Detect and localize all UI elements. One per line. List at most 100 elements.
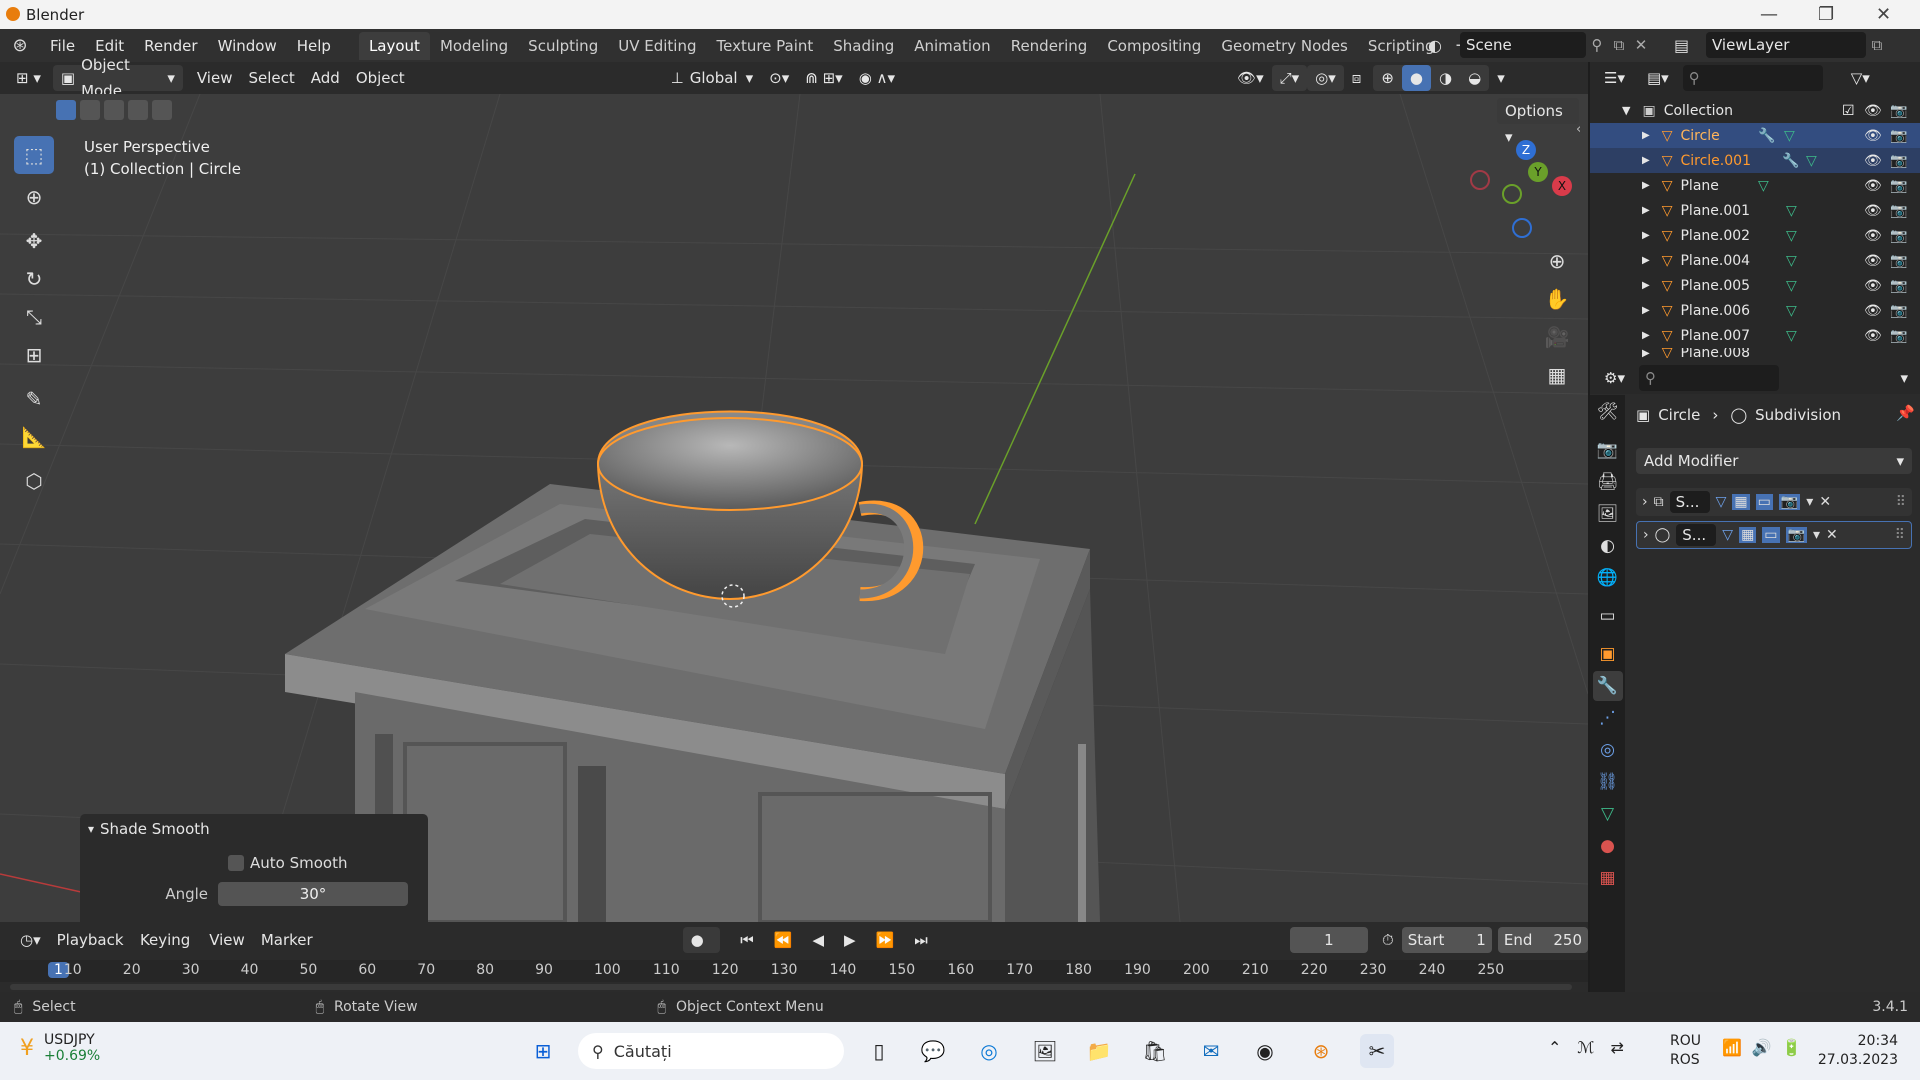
particles-tab-icon[interactable]: ⋰ <box>1593 703 1623 733</box>
render-camera-icon[interactable]: 📷 <box>1890 178 1907 194</box>
material-shading-icon[interactable]: ◑ <box>1431 65 1460 91</box>
outliner-item[interactable]: ▶ ▽ Plane.006 ▽ 👁 📷 <box>1590 298 1920 323</box>
render-toggle-icon[interactable]: 📷 <box>1785 527 1807 543</box>
menu-window[interactable]: Window <box>208 32 287 60</box>
task-view-icon[interactable]: ▯ <box>862 1034 896 1068</box>
modifier-name-field[interactable]: S... <box>1676 524 1717 546</box>
select-box-tool-icon[interactable]: ⬚ <box>14 136 54 174</box>
prev-keyframe-icon[interactable]: ⏪ <box>766 927 801 953</box>
visibility-eye-icon[interactable]: 👁 <box>1864 153 1882 169</box>
zoom-icon[interactable]: ⊕ <box>1540 244 1574 278</box>
solid-shading-icon[interactable]: ● <box>1401 65 1432 91</box>
material-tab-icon[interactable]: ● <box>1593 831 1623 861</box>
outliner-collection-row[interactable]: ▼ ▣ Collection ☑ 👁 📷 <box>1590 98 1920 123</box>
object-tab-icon[interactable]: ▣ <box>1593 639 1623 669</box>
auto-smooth-checkbox[interactable] <box>228 855 244 871</box>
pan-hand-icon[interactable]: ✋ <box>1540 282 1574 316</box>
operator-panel-header[interactable]: ▾ Shade Smooth <box>80 814 428 844</box>
viewlayer-field[interactable]: ViewLayer <box>1706 32 1866 58</box>
render-toggle-icon[interactable]: 📷 <box>1778 494 1801 510</box>
viewport-menu-select[interactable]: Select <box>240 65 302 91</box>
edge-browser-icon[interactable]: ◎ <box>972 1034 1006 1068</box>
options-dropdown[interactable]: Options ▾ <box>1497 98 1579 146</box>
timeline-menu-playback[interactable]: Playback ▾ <box>49 927 132 975</box>
outliner-item[interactable]: ▶ ▽ Circle.001 🔧 ▽ 👁 📷 <box>1590 148 1920 173</box>
drag-handle-icon[interactable]: ⠿ <box>1895 527 1905 543</box>
shading-options-icon[interactable]: ▾ <box>1489 65 1513 91</box>
tab-uv-editing[interactable]: UV Editing <box>608 32 706 60</box>
add-modifier-dropdown[interactable]: Add Modifier ▾ <box>1636 448 1912 474</box>
select-intersect-icon[interactable] <box>152 100 172 120</box>
outliner-item[interactable]: ▶ ▽ Plane.004 ▽ 👁 📷 <box>1590 248 1920 273</box>
viewport-toggle-icon[interactable]: ▭ <box>1762 527 1780 543</box>
select-invert-icon[interactable] <box>128 100 148 120</box>
visibility-eye-icon[interactable]: 👁 <box>1864 303 1882 319</box>
view-layer-tab-icon[interactable]: 🖼 <box>1593 499 1623 529</box>
play-icon[interactable]: ▶ <box>836 927 864 953</box>
outliner-item[interactable]: ▶ ▽ Plane.002 ▽ 👁 📷 <box>1590 223 1920 248</box>
outliner-search-input[interactable]: ⚲ <box>1682 65 1823 91</box>
visibility-eye-icon[interactable]: 👁 <box>1864 203 1882 219</box>
start-button-icon[interactable]: ⊞ <box>526 1034 560 1068</box>
tab-shading[interactable]: Shading <box>823 32 904 60</box>
chevron-right-icon[interactable]: › <box>1643 527 1649 543</box>
transform-tool-icon[interactable]: ⊞ <box>14 336 54 374</box>
modifier-name-field[interactable]: S... <box>1669 491 1710 513</box>
cage-toggle-icon[interactable]: ▦ <box>1732 494 1750 510</box>
annotate-tool-icon[interactable]: ✎ <box>14 380 54 418</box>
drag-handle-icon[interactable]: ⠿ <box>1896 494 1906 510</box>
chevron-down-icon[interactable]: ▾ <box>1813 527 1820 543</box>
jump-end-icon[interactable]: ⏭ <box>906 927 936 953</box>
sidebar-toggle-icon[interactable]: ‹ <box>1576 122 1581 137</box>
move-tool-icon[interactable]: ✥ <box>14 222 54 260</box>
viewport-menu-view[interactable]: View <box>189 65 241 91</box>
viewlayer-icon[interactable]: ▤ <box>1674 36 1706 55</box>
texture-tab-icon[interactable]: ▦ <box>1593 863 1623 893</box>
properties-editor-type-icon[interactable]: ⚙▾ <box>1596 365 1633 391</box>
gizmo-neg-x-axis[interactable] <box>1470 170 1490 190</box>
data-tab-icon[interactable]: ▽ <box>1593 799 1623 829</box>
3d-viewport[interactable]: ⬚ ⊕ ✥ ↻ ⤡ ⊞ ✎ 📐 ⬡ User Perspective (1) C… <box>0 94 1588 922</box>
render-camera-icon[interactable]: 📷 <box>1890 303 1907 319</box>
snap-icon[interactable]: ⋒ ⊞▾ <box>797 65 850 91</box>
cage-toggle-icon[interactable]: ▦ <box>1739 527 1757 543</box>
mail-app-icon[interactable]: ✉ <box>1194 1034 1228 1068</box>
tray-network-settings-icon[interactable]: ⇄ <box>1611 1038 1624 1057</box>
visibility-eye-icon[interactable]: 👁 <box>1864 253 1882 269</box>
measure-tool-icon[interactable]: 📐 <box>14 418 54 456</box>
collection-tab-icon[interactable]: ▭ <box>1593 601 1623 631</box>
timeline-menu-keying[interactable]: Keying ▾ <box>132 927 201 975</box>
render-camera-icon[interactable]: 📷 <box>1890 253 1907 269</box>
outliner-item[interactable]: ▶ ▽ Plane.007 ▽ 👁 📷 <box>1590 323 1920 348</box>
start-frame-field[interactable]: Start 1 <box>1401 927 1492 953</box>
pivot-point-icon[interactable]: ⊙▾ <box>761 65 797 91</box>
orientation-dropdown[interactable]: ⊥ Global ▾ <box>663 65 761 91</box>
jump-start-icon[interactable]: ⏮ <box>732 927 762 953</box>
photos-app-icon[interactable]: 🖼 <box>1028 1034 1062 1068</box>
outliner-item[interactable]: ▶ ▽ Plane ▽ 👁 📷 <box>1590 173 1920 198</box>
chevron-right-icon[interactable]: › <box>1642 494 1648 510</box>
render-camera-icon[interactable]: 📷 <box>1890 103 1907 119</box>
select-new-icon[interactable] <box>56 100 76 120</box>
gizmo-neg-y-axis[interactable] <box>1502 184 1522 204</box>
visibility-eye-icon[interactable]: 👁 <box>1864 128 1882 144</box>
render-camera-icon[interactable]: 📷 <box>1890 128 1907 144</box>
editor-type-icon[interactable]: ⊞ ▾ <box>8 65 49 91</box>
render-camera-icon[interactable]: 📷 <box>1890 153 1907 169</box>
tab-compositing[interactable]: Compositing <box>1097 32 1211 60</box>
current-frame-field[interactable]: 1 <box>1289 927 1368 953</box>
chrome-browser-icon[interactable]: ◉ <box>1248 1034 1282 1068</box>
clock[interactable]: 20:34 27.03.2023 <box>1808 1032 1898 1070</box>
properties-search-input[interactable]: ⚲ <box>1638 365 1779 391</box>
outliner-editor-type-icon[interactable]: ☰▾ <box>1596 65 1633 91</box>
blender-taskbar-icon[interactable]: ⊛ <box>1304 1034 1338 1068</box>
close-button[interactable]: ✕ <box>1876 4 1891 25</box>
xray-toggle-icon[interactable]: ⧈ <box>1344 65 1370 91</box>
render-camera-icon[interactable]: 📷 <box>1890 328 1907 344</box>
file-explorer-icon[interactable]: 📁 <box>1082 1034 1116 1068</box>
scale-tool-icon[interactable]: ⤡ <box>14 298 54 336</box>
modifier-panel[interactable]: › ⧉ S... ▽ ▦ ▭ 📷 ▾ ✕ ⠿ <box>1636 488 1912 516</box>
gizmo-x-axis[interactable]: X <box>1552 176 1572 196</box>
tab-rendering[interactable]: Rendering <box>1001 32 1098 60</box>
edit-mode-toggle-icon[interactable]: ▽ <box>1722 527 1733 543</box>
